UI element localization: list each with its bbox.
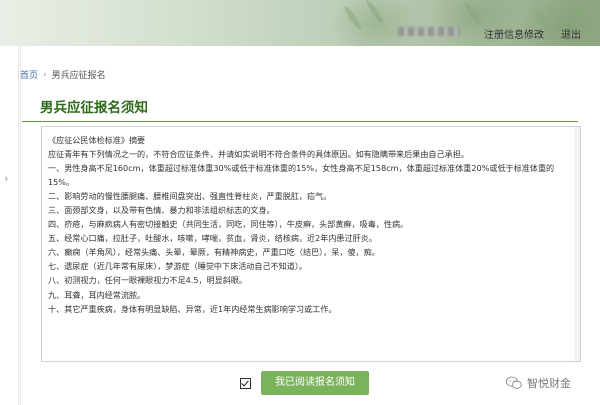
accept-button[interactable]: 我已阅读报名须知 bbox=[261, 371, 369, 395]
register-info-modify-link[interactable]: 注册信息修改 bbox=[484, 26, 544, 41]
notice-line: 四、疥疮，与麻疯病人有密切接触史（共同生活，同吃，同住等），牛皮癣，头部黄癣，吸… bbox=[48, 219, 409, 230]
watermark-text: 智悦财金 bbox=[527, 377, 571, 390]
username-redacted bbox=[398, 27, 460, 36]
notice-line: 八、初测视力，任何一眼裸眼视力不足4.5，明显斜眼。 bbox=[48, 275, 248, 286]
chevron-right-icon[interactable]: › bbox=[4, 172, 8, 185]
notice-line: 二、影响劳动的慢性腰腿痛、腰椎间盘突出、强直性脊柱炎，严重脱肛，疝气。 bbox=[48, 191, 332, 202]
accept-checkbox[interactable] bbox=[240, 377, 251, 389]
watermark: 智悦财金 bbox=[505, 375, 571, 391]
notice-line: 九、耳聋，耳内经常流脓。 bbox=[48, 289, 146, 300]
notice-scroll-box[interactable]: 《应征公民体检标准》摘要 应征青年有下列情况之一的，不符合应征条件，并请如实说明… bbox=[41, 126, 581, 362]
title-divider bbox=[22, 121, 578, 122]
notice-line: 三、面颈部文身，以及带有色情、暴力和非法组织标志的文身。 bbox=[48, 205, 275, 216]
scrollbar[interactable] bbox=[574, 127, 580, 361]
notice-line: 六、癫痫（羊角风），经常头痛、头晕，晕厥，有精神病史，严重口吃（结巴），呆，傻，… bbox=[48, 247, 380, 258]
notice-line: 十、其它严重疾病，身体有明显缺陷、异常，近1年内经常生病影响学习或工作。 bbox=[48, 303, 337, 314]
breadcrumb: 首页 › 男兵应征报名 bbox=[20, 68, 106, 82]
chevron-right-icon: › bbox=[43, 69, 47, 80]
breadcrumb-home-link[interactable]: 首页 bbox=[20, 68, 38, 81]
breadcrumb-current: 男兵应征报名 bbox=[51, 71, 106, 81]
notice-text: 《应征公民体检标准》摘要 应征青年有下列情况之一的，不符合应征条件，并请如实说明… bbox=[48, 133, 568, 316]
notice-line: 五、经常心口痛，拉肚子，吐酸水，咳嗽，哮喘，贫血，肾炎，结核病，近2年内患过肝炎… bbox=[48, 233, 377, 244]
accept-row: 我已阅读报名须知 bbox=[240, 371, 369, 395]
left-side-panel: › bbox=[0, 46, 19, 405]
page-title: 男兵应征报名须知 bbox=[40, 100, 148, 116]
wechat-icon bbox=[505, 376, 522, 389]
notice-line: 七、遗尿症（近几年常有尿床），梦游症（睡觉中下床活动自己不知道）。 bbox=[48, 261, 307, 272]
notice-line: 应征青年有下列情况之一的，不符合应征条件，并请如实说明不符合条件的具体原因。如有… bbox=[48, 149, 469, 160]
notice-heading: 《应征公民体检标准》摘要 bbox=[48, 135, 146, 145]
notice-line: 一、男性身高不足160cm，体重超过标准体重30%或低于标准体重的15%，女性身… bbox=[48, 163, 555, 188]
logout-link[interactable]: 退出 bbox=[561, 26, 581, 41]
